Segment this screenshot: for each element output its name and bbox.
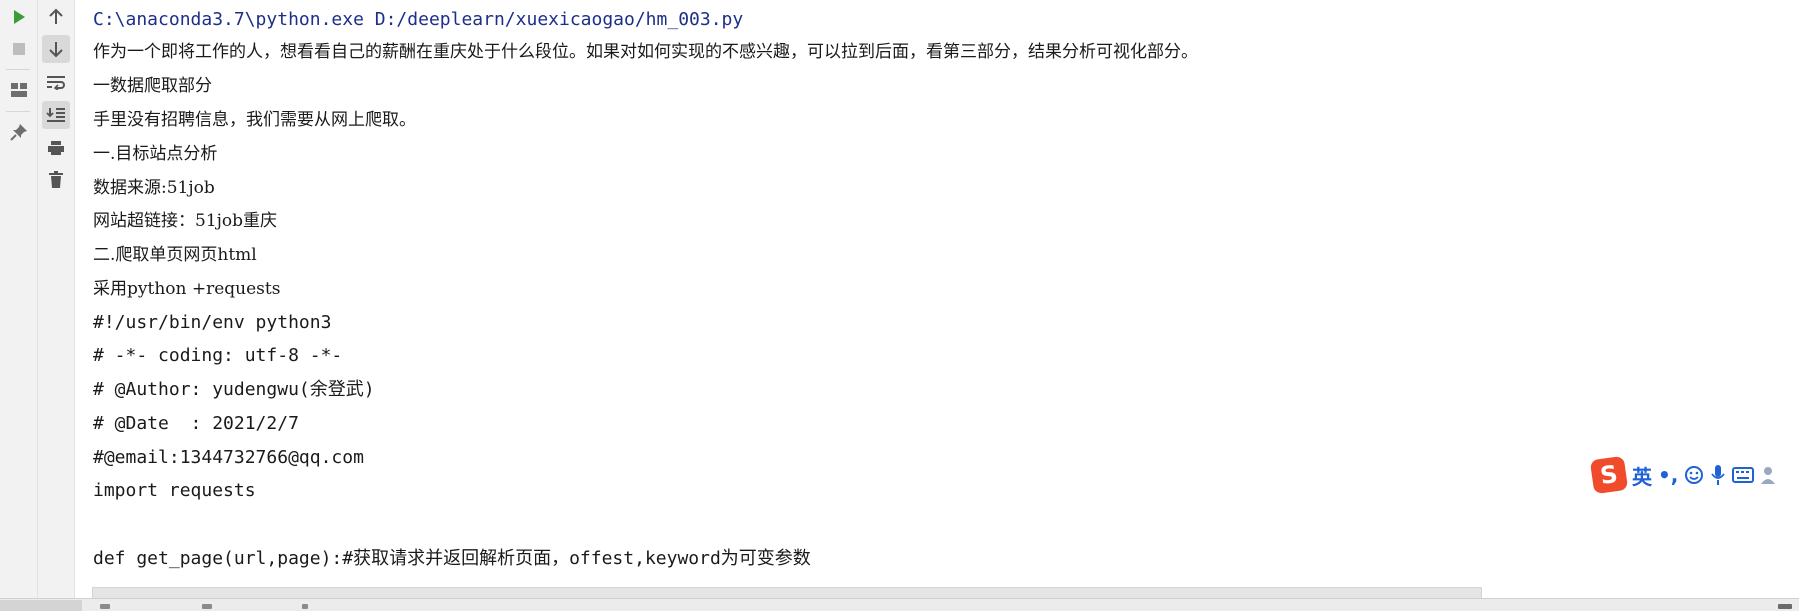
bottom-tool-strip	[0, 598, 1799, 611]
microphone-icon[interactable]	[1710, 464, 1726, 486]
layout-icon[interactable]	[5, 76, 33, 104]
console-line: 作为一个即将工作的人，想看看自己的薪酬在重庆处于什么段位。如果对如何实现的不感兴…	[93, 42, 1198, 62]
scroll-to-end-icon[interactable]	[42, 101, 70, 129]
keyboard-icon[interactable]	[1732, 467, 1755, 483]
bottom-tab[interactable]	[0, 600, 82, 611]
pin-icon[interactable]	[5, 118, 33, 146]
ime-mode-toggle[interactable]: 英	[1632, 461, 1652, 490]
console-line: # -*- coding: utf-8 -*-	[93, 345, 343, 366]
stop-icon[interactable]	[5, 35, 33, 63]
run-toolbar-right	[38, 0, 75, 598]
console-line: 数据来源:51job	[93, 178, 215, 198]
ime-toolbar[interactable]: S 英 •,	[1589, 455, 1799, 495]
console-line: #@email:1344732766@qq.com	[93, 447, 364, 468]
bottom-icon[interactable]	[302, 604, 308, 609]
print-icon[interactable]	[42, 134, 70, 162]
bottom-icon[interactable]	[202, 604, 212, 609]
arrow-down-icon[interactable]	[42, 35, 70, 63]
console-line: 采用python +requests	[93, 279, 281, 299]
console-line: 网站超链接：51job重庆	[93, 211, 278, 231]
emoji-icon[interactable]	[1684, 465, 1704, 485]
user-icon[interactable]	[1760, 465, 1780, 485]
run-toolbar-left	[0, 0, 38, 598]
trash-icon[interactable]	[42, 166, 70, 194]
console-line: 一数据爬取部分	[93, 76, 212, 96]
console-output[interactable]: C:\anaconda3.7\python.exe D:/deeplearn/x…	[93, 0, 1493, 586]
bottom-icon[interactable]	[100, 604, 110, 609]
console-line: #!/usr/bin/env python3	[93, 312, 332, 333]
sogou-logo-icon[interactable]: S	[1589, 455, 1629, 495]
console-line: # @Author: yudengwu(余登武)	[93, 379, 375, 400]
console-line: # @Date : 2021/2/7	[93, 413, 299, 434]
console-line-command: C:\anaconda3.7\python.exe D:/deeplearn/x…	[93, 9, 744, 30]
arrow-up-icon[interactable]	[42, 3, 70, 31]
bottom-right-icon[interactable]	[1778, 604, 1792, 609]
toolbar-separator	[6, 69, 30, 70]
console-line: 二.爬取单页网页html	[93, 245, 257, 265]
console-line: def get_page(url,page):#获取请求并返回解析页面，offe…	[93, 548, 811, 569]
soft-wrap-icon[interactable]	[42, 68, 70, 96]
play-icon[interactable]	[5, 3, 33, 31]
ime-punctuation-toggle[interactable]: •,	[1658, 463, 1678, 487]
console-line: 手里没有招聘信息，我们需要从网上爬取。	[93, 110, 416, 130]
console-line: 一.目标站点分析	[93, 144, 218, 164]
toolbar-separator	[6, 111, 30, 112]
console-line: import requests	[93, 480, 256, 501]
